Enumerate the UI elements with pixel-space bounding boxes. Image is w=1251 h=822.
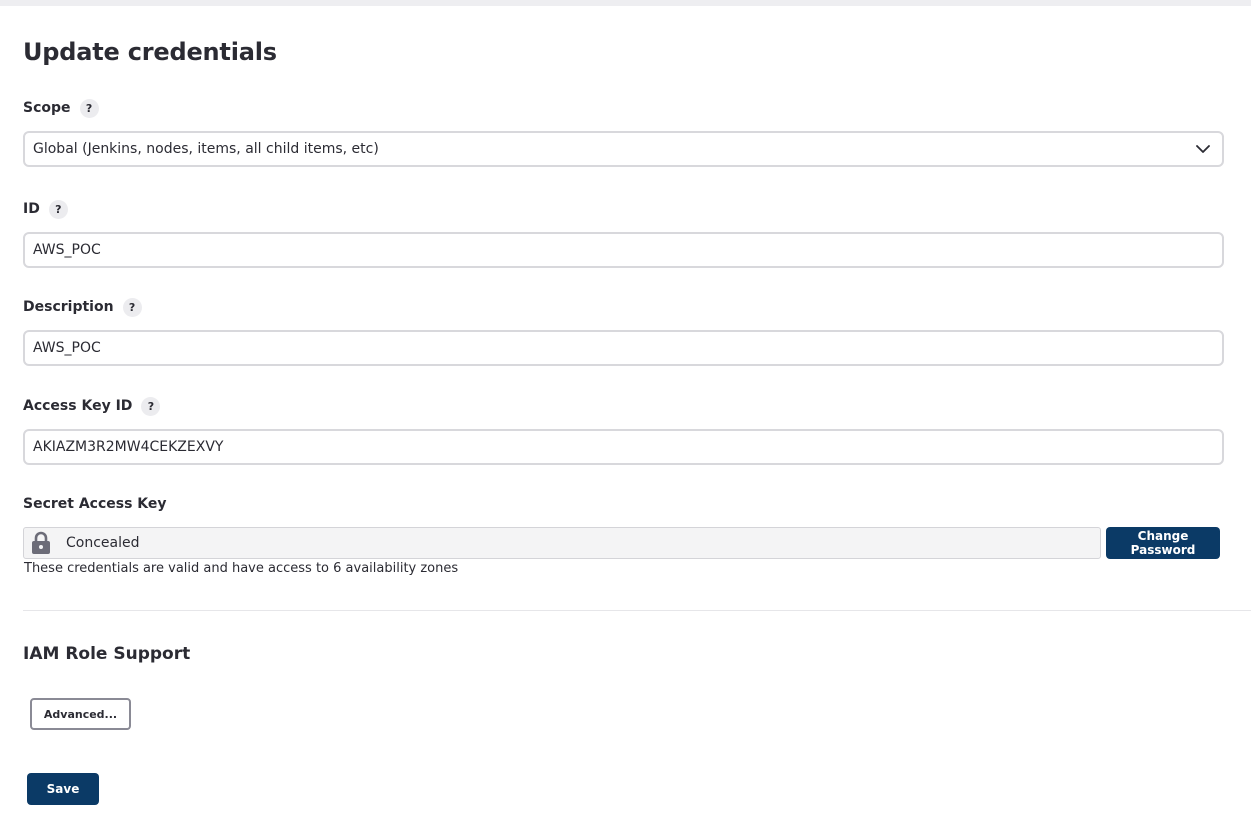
description-input[interactable] bbox=[23, 330, 1224, 366]
page-title: Update credentials bbox=[23, 38, 277, 66]
advanced-button[interactable]: Advanced... bbox=[30, 698, 131, 730]
description-label-text: Description bbox=[23, 299, 114, 315]
secret-access-key-concealed-field: Concealed bbox=[23, 527, 1101, 559]
credentials-form: Update credentials Scope ? Global (Jenki… bbox=[23, 0, 1251, 822]
scope-label: Scope ? bbox=[23, 98, 99, 118]
scope-selected-value: Global (Jenkins, nodes, items, all child… bbox=[33, 141, 379, 157]
id-input[interactable] bbox=[23, 232, 1224, 268]
id-label-text: ID bbox=[23, 201, 40, 217]
section-divider bbox=[23, 610, 1251, 611]
secret-access-key-label-text: Secret Access Key bbox=[23, 496, 167, 512]
access-key-id-label: Access Key ID ? bbox=[23, 396, 161, 416]
scope-select[interactable]: Global (Jenkins, nodes, items, all child… bbox=[23, 131, 1224, 167]
lock-icon bbox=[32, 531, 50, 554]
id-label: ID ? bbox=[23, 199, 68, 219]
access-key-id-help-icon[interactable]: ? bbox=[141, 396, 161, 416]
chevron-down-icon bbox=[1196, 144, 1210, 153]
credentials-validation-message: These credentials are valid and have acc… bbox=[24, 561, 459, 576]
iam-role-support-heading: IAM Role Support bbox=[23, 644, 191, 664]
description-help-icon[interactable]: ? bbox=[122, 297, 142, 317]
save-button[interactable]: Save bbox=[27, 773, 99, 805]
access-key-id-input[interactable] bbox=[23, 429, 1224, 465]
change-password-button[interactable]: Change Password bbox=[1106, 527, 1220, 559]
concealed-text: Concealed bbox=[66, 535, 140, 551]
id-help-icon[interactable]: ? bbox=[48, 199, 68, 219]
secret-access-key-label: Secret Access Key bbox=[23, 494, 167, 514]
access-key-id-label-text: Access Key ID bbox=[23, 398, 133, 414]
scope-label-text: Scope bbox=[23, 100, 71, 116]
scope-help-icon[interactable]: ? bbox=[79, 98, 99, 118]
description-label: Description ? bbox=[23, 297, 142, 317]
